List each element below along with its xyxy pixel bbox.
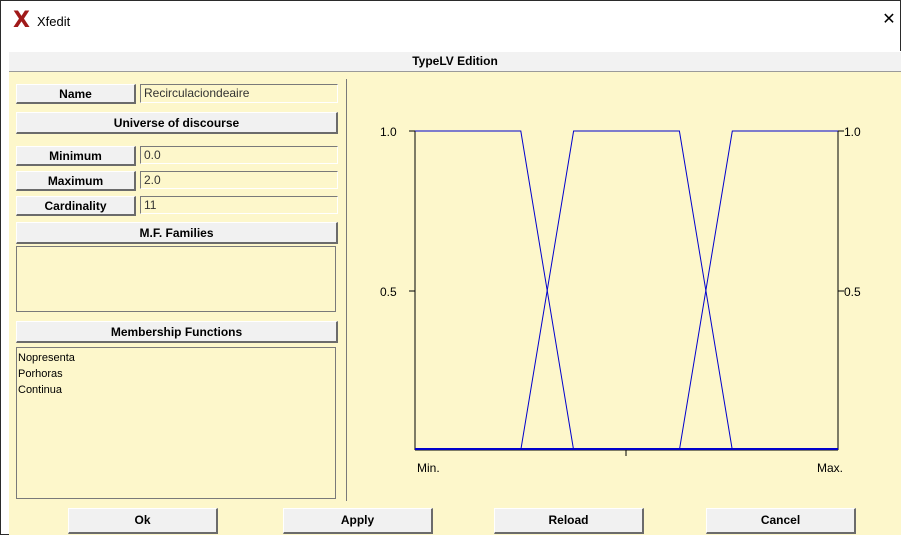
maximum-field[interactable]: 2.0 (140, 171, 338, 189)
cardinality-field[interactable]: 11 (140, 196, 338, 214)
maximum-label: Maximum (16, 171, 136, 191)
close-icon[interactable]: ✕ (878, 9, 900, 31)
y-tick-label-right-05: 0.5 (844, 285, 861, 299)
x-label-min: Min. (417, 461, 440, 475)
ok-button[interactable]: Ok (68, 508, 218, 534)
minimum-label: Minimum (16, 146, 136, 166)
x-label-max: Max. (817, 461, 843, 475)
title-bar: X Xfedit ✕ (1, 1, 900, 41)
minimum-field[interactable]: 0.0 (140, 146, 338, 164)
y-tick-label-left-1: 1.0 (380, 125, 397, 139)
membership-chart: 1.0 0.5 1.0 0.5 Min. Max. (380, 125, 861, 475)
membership-plot[interactable]: 1.0 0.5 1.0 0.5 Min. Max. (346, 79, 901, 501)
name-label: Name (16, 84, 136, 104)
mf-families-list[interactable] (16, 246, 336, 312)
cardinality-label: Cardinality (16, 196, 136, 216)
cancel-button[interactable]: Cancel (706, 508, 856, 534)
apply-button[interactable]: Apply (283, 508, 433, 534)
series-line-0 (415, 130, 575, 451)
membership-functions-list[interactable]: Nopresenta Porhoras Continua (16, 347, 336, 499)
reload-button[interactable]: Reload (494, 508, 644, 534)
series-line-1 (520, 130, 733, 451)
x-logo-icon: X (13, 8, 30, 33)
window-title: Xfedit (37, 14, 71, 29)
y-tick-label-left-05: 0.5 (380, 285, 397, 299)
edition-header: TypeLV Edition (9, 51, 901, 72)
membership-functions-button[interactable]: Membership Functions (16, 321, 338, 343)
mf-families-button[interactable]: M.F. Families (16, 222, 338, 244)
series-layer (415, 130, 838, 451)
universe-of-discourse-button[interactable]: Universe of discourse (16, 112, 338, 134)
series-line-2 (678, 130, 838, 451)
list-item[interactable]: Porhoras (18, 366, 335, 382)
list-item[interactable]: Continua (18, 382, 335, 398)
list-item[interactable]: Nopresenta (18, 350, 335, 366)
name-field[interactable]: Recirculaciondeaire (140, 84, 338, 103)
y-tick-label-right-1: 1.0 (844, 125, 861, 139)
